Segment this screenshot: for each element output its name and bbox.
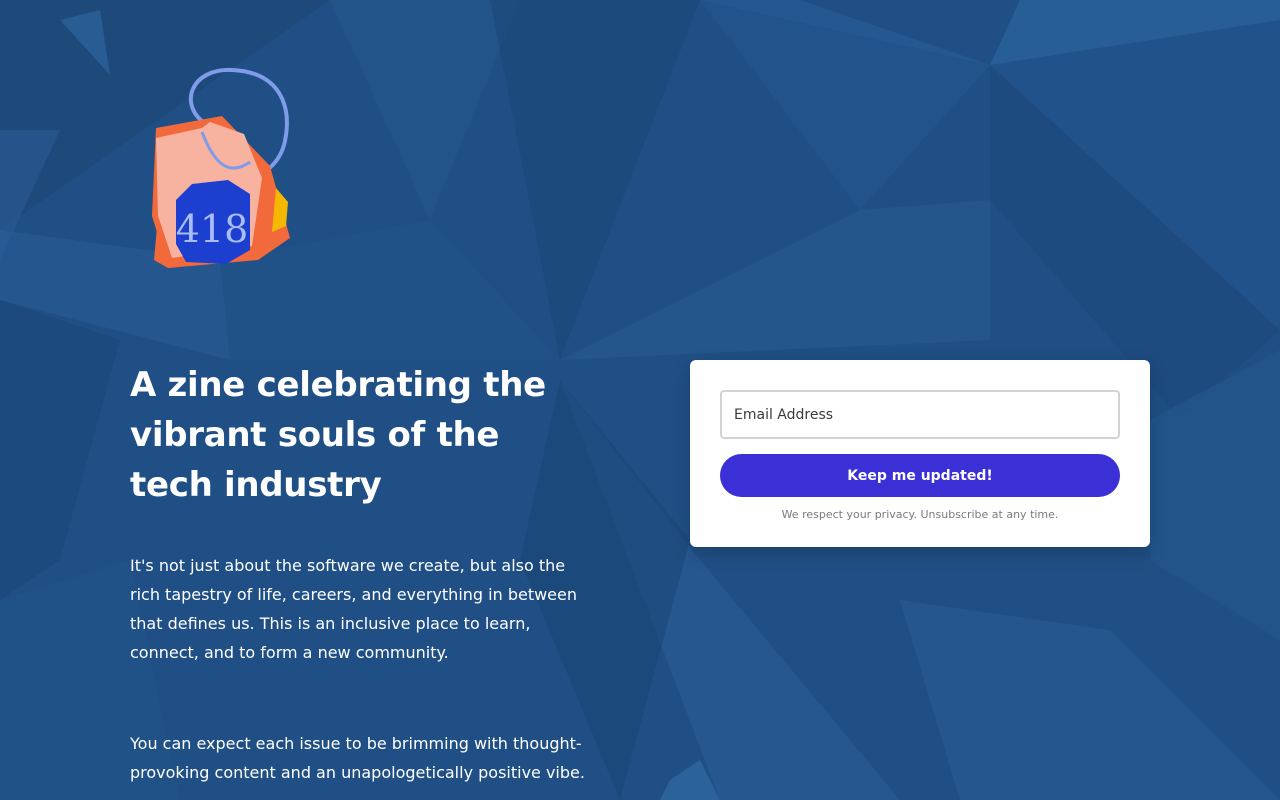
expectation-paragraph: You can expect each issue to be brimming… <box>130 734 585 782</box>
signup-card: Keep me updated! We respect your privacy… <box>690 360 1150 547</box>
privacy-note: We respect your privacy. Unsubscribe at … <box>781 508 1059 521</box>
intro-paragraph: It's not just about the software we crea… <box>130 556 578 662</box>
page-headline: A zine celebrating the vibrant souls of … <box>130 365 546 505</box>
email-field[interactable] <box>720 390 1120 439</box>
keep-me-updated-button[interactable]: Keep me updated! <box>720 454 1120 497</box>
logo-text: 418 <box>176 207 249 251</box>
tea-bag-418-logo: 418 <box>152 67 290 268</box>
